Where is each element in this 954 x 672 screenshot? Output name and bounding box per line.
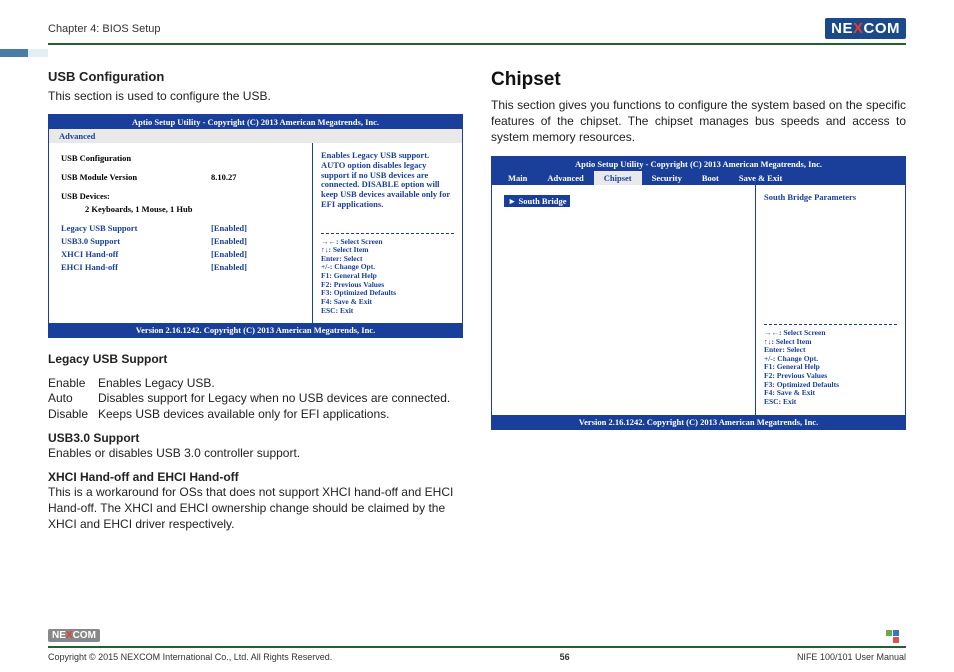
bios-dev-value: 2 Keyboards, 1 Mouse, 1 Hub bbox=[61, 204, 192, 214]
legacy-disable-key: Disable bbox=[48, 407, 98, 423]
usb3-heading: USB3.0 Support bbox=[48, 431, 139, 445]
bios-xhci-label: XHCI Hand-off bbox=[61, 249, 211, 259]
legacy-disable-val: Keeps USB devices available only for EFI… bbox=[98, 407, 390, 423]
legacy-auto-key: Auto bbox=[48, 391, 98, 407]
footer-squares-icon bbox=[886, 630, 906, 636]
usb-config-desc: This section is used to configure the US… bbox=[48, 88, 463, 104]
bios-titlebar: Aptio Setup Utility - Copyright (C) 2013… bbox=[49, 115, 462, 129]
brand-logo: NEXCOM bbox=[825, 18, 906, 39]
bios-tab-save: Save & Exit bbox=[729, 171, 792, 185]
bios-help-text: Enables Legacy USB support. AUTO option … bbox=[321, 151, 454, 210]
handoff-desc: This is a workaround for OSs that does n… bbox=[48, 485, 453, 530]
bios-key-legend-2: →←: Select Screen ↑↓: Select Item Enter:… bbox=[764, 324, 897, 407]
bios-tab-security: Security bbox=[642, 171, 692, 185]
legacy-enable-val: Enables Legacy USB. bbox=[98, 376, 215, 392]
page-header: Chapter 4: BIOS Setup NEXCOM bbox=[48, 18, 906, 45]
bios-screenshot-chipset: Aptio Setup Utility - Copyright (C) 2013… bbox=[491, 156, 906, 430]
bios-mod-label: USB Module Version bbox=[61, 172, 211, 182]
bios-legacy-value: [Enabled] bbox=[211, 223, 300, 233]
bios-tab-boot: Boot bbox=[692, 171, 729, 185]
chipset-desc: This section gives you functions to conf… bbox=[491, 97, 906, 146]
bios-dev-label: USB Devices: bbox=[61, 191, 211, 201]
bios-footer: Version 2.16.1242. Copyright (C) 2013 Am… bbox=[49, 323, 462, 337]
bios-mod-value: 8.10.27 bbox=[211, 172, 300, 182]
bios-key-legend: →←: Select Screen ↑↓: Select Item Enter:… bbox=[321, 233, 454, 316]
footer-logo: NEXCOM bbox=[48, 630, 100, 641]
bios-footer-2: Version 2.16.1242. Copyright (C) 2013 Am… bbox=[492, 415, 905, 429]
section-tab-decoration bbox=[0, 49, 28, 57]
bios-tab-main: Main bbox=[498, 171, 537, 185]
footer-page-number: 56 bbox=[560, 652, 570, 662]
bios-south-bridge-item: ► South Bridge bbox=[504, 195, 570, 207]
handoff-heading: XHCI Hand-off and EHCI Hand-off bbox=[48, 470, 239, 484]
bios-tab-advanced: Advanced bbox=[537, 171, 593, 185]
chapter-label: Chapter 4: BIOS Setup bbox=[48, 23, 161, 35]
bios-ehci-value: [Enabled] bbox=[211, 262, 300, 272]
footer-copyright: Copyright © 2015 NEXCOM International Co… bbox=[48, 652, 332, 662]
bios-screenshot-usb: Aptio Setup Utility - Copyright (C) 2013… bbox=[48, 114, 463, 338]
left-column: USB Configuration This section is used t… bbox=[48, 69, 463, 540]
usb3-desc: Enables or disables USB 3.0 controller s… bbox=[48, 446, 300, 460]
legacy-heading: Legacy USB Support bbox=[48, 352, 167, 366]
bios-section-header: USB Configuration bbox=[61, 153, 211, 163]
bios-titlebar-2: Aptio Setup Utility - Copyright (C) 2013… bbox=[492, 157, 905, 171]
bios-tab-chipset: Chipset bbox=[594, 171, 642, 185]
chipset-heading: Chipset bbox=[491, 69, 906, 91]
bios-usb3-label: USB3.0 Support bbox=[61, 236, 211, 246]
bios-legacy-label: Legacy USB Support bbox=[61, 223, 211, 233]
legacy-enable-key: Enable bbox=[48, 376, 98, 392]
bios-xhci-value: [Enabled] bbox=[211, 249, 300, 259]
usb-config-heading: USB Configuration bbox=[48, 69, 463, 84]
bios-submenu-advanced: Advanced bbox=[49, 129, 462, 143]
bios-help-text-2: South Bridge Parameters bbox=[764, 193, 897, 203]
footer-manual-name: NIFE 100/101 User Manual bbox=[797, 652, 906, 662]
bios-usb3-value: [Enabled] bbox=[211, 236, 300, 246]
page-footer: NEXCOM Copyright © 2015 NEXCOM Internati… bbox=[48, 646, 906, 662]
right-column: Chipset This section gives you functions… bbox=[491, 69, 906, 540]
legacy-auto-val: Disables support for Legacy when no USB … bbox=[98, 391, 450, 407]
bios-menubar: Main Advanced Chipset Security Boot Save… bbox=[492, 171, 905, 185]
bios-ehci-label: EHCI Hand-off bbox=[61, 262, 211, 272]
